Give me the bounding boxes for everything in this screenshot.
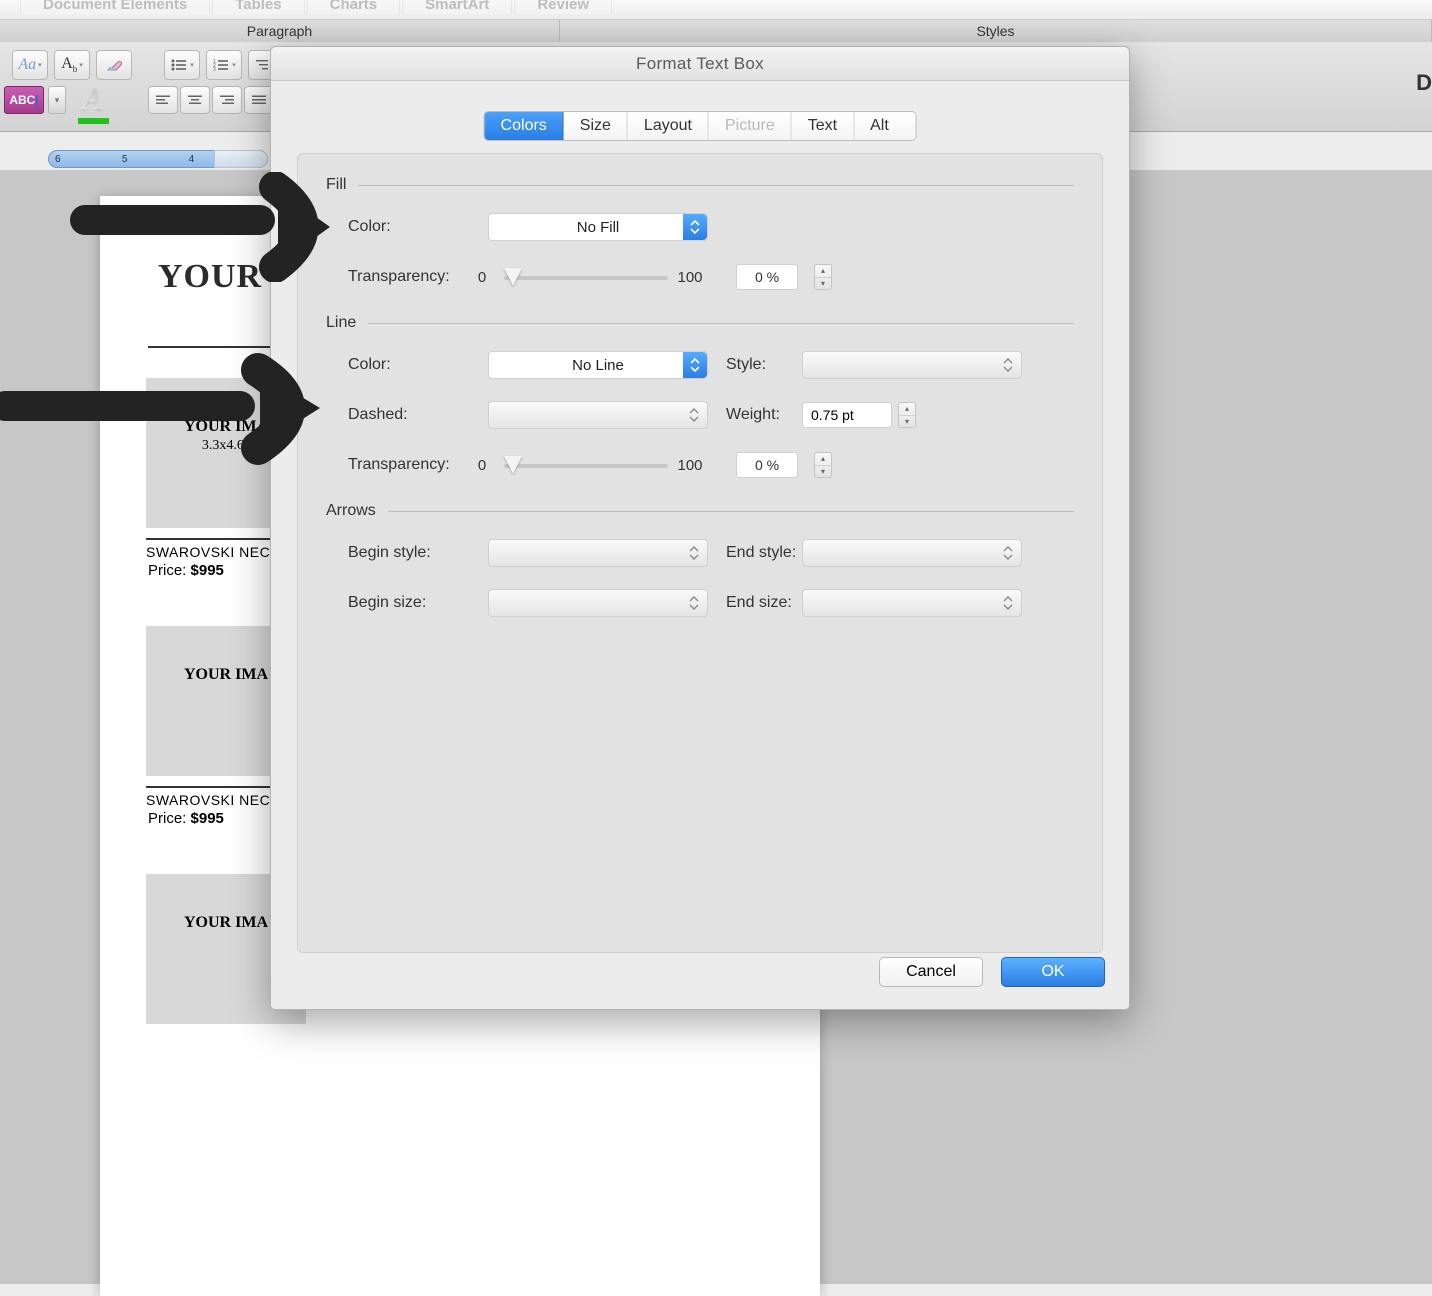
line-weight-stepper[interactable]: ▴▾ (898, 402, 916, 428)
format-text-box-dialog: Format Text Box Colors and Lines Size La… (270, 46, 1130, 1010)
label-line-transparency: Transparency: (348, 456, 468, 474)
line-transparency-input[interactable]: 0 % (736, 452, 798, 478)
chevron-updown-icon (685, 402, 703, 428)
label-fill-color: Color: (348, 218, 468, 236)
eraser-button[interactable] (96, 50, 132, 80)
dialog-panel: Fill Color: No Fill Transparency: 0 100 … (297, 153, 1103, 953)
row-line-color: Color: No Line Style: (326, 346, 1074, 384)
chevron-up-icon: ▴ (815, 265, 831, 278)
dialog-tabs: Colors and Lines Size Layout Picture Tex… (484, 111, 917, 141)
dialog-button-row: Cancel OK (879, 957, 1105, 987)
horizontal-ruler-end[interactable] (214, 150, 268, 168)
fill-transparency-slider[interactable] (504, 272, 668, 282)
tab-charts[interactable]: Charts (307, 0, 401, 14)
bullets-button[interactable]: ▾ (164, 50, 200, 80)
tab-size[interactable]: Size (564, 112, 628, 140)
label-fill-transparency: Transparency: (348, 268, 468, 286)
chevron-up-icon: ▴ (815, 453, 831, 466)
line-style-popup[interactable] (802, 351, 1022, 379)
align-right-button[interactable] (212, 86, 242, 114)
numbering-button[interactable]: 123 ▾ (206, 50, 242, 80)
line-transparency-max: 100 (676, 457, 704, 474)
tab-review[interactable]: Review (514, 0, 612, 14)
fill-color-value: No Fill (577, 219, 620, 236)
label-end-size: End size: (708, 594, 802, 612)
tab-colors-and-lines[interactable]: Colors and Lines (485, 112, 564, 140)
line-transparency-min: 0 (468, 457, 496, 474)
align-center-button[interactable] (180, 86, 210, 114)
row-fill-color: Color: No Fill (326, 208, 1074, 246)
highlight-button[interactable]: Ab▾ (54, 50, 90, 80)
font-color-button[interactable]: Aa▾ (12, 50, 48, 80)
toolbar-buttons: Aa▾ Ab▾ ▾ 123 ▾ ▾ (12, 50, 284, 80)
styles-peek-letter: D (1416, 70, 1432, 96)
tab-alt-text[interactable]: Alt Text (854, 112, 915, 140)
group-styles-label: Styles (560, 20, 1432, 42)
tab-tables[interactable]: Tables (212, 0, 304, 14)
section-arrows-label: Arrows (326, 502, 1074, 520)
tab-smartart[interactable]: SmartArt (402, 0, 512, 14)
begin-style-popup[interactable] (488, 539, 708, 567)
text-highlight-color-chevron[interactable]: ▾ (48, 86, 66, 114)
end-size-popup[interactable] (802, 589, 1022, 617)
chevron-updown-icon (685, 590, 703, 616)
line-weight-input[interactable]: 0.75 pt (802, 402, 892, 428)
align-left-button[interactable] (148, 86, 178, 114)
label-line-dashed: Dashed: (348, 406, 468, 424)
chevron-down-icon: ▾ (815, 466, 831, 478)
line-transparency-slider[interactable] (504, 460, 668, 470)
label-line-color: Color: (348, 356, 468, 374)
chevron-updown-icon (999, 540, 1017, 566)
row-arrow-style: Begin style: End style: (326, 534, 1074, 572)
chevron-up-icon: ▴ (899, 403, 915, 416)
alignment-group (148, 86, 274, 114)
label-line-style: Style: (708, 356, 802, 374)
label-begin-style: Begin style: (348, 544, 468, 562)
group-paragraph-label: Paragraph (0, 20, 560, 42)
tab-layout[interactable]: Layout (628, 112, 709, 140)
fill-transparency-min: 0 (468, 269, 496, 286)
begin-size-popup[interactable] (488, 589, 708, 617)
row-fill-transparency: Transparency: 0 100 0 % ▴▾ (326, 258, 1074, 296)
end-style-popup[interactable] (802, 539, 1022, 567)
label-line-weight: Weight: (708, 406, 802, 424)
label-begin-size: Begin size: (348, 594, 468, 612)
fill-transparency-input[interactable]: 0 % (736, 264, 798, 290)
chevron-down-icon (683, 352, 707, 378)
fill-transparency-max: 100 (676, 269, 704, 286)
fill-transparency-stepper[interactable]: ▴▾ (814, 264, 832, 290)
ribbon-group-labels: Paragraph Styles (0, 20, 1432, 42)
line-dashed-popup[interactable] (488, 401, 708, 429)
cancel-button[interactable]: Cancel (879, 957, 983, 987)
tab-picture: Picture (709, 112, 792, 140)
row-line-dashed: Dashed: Weight: 0.75 pt ▴▾ (326, 396, 1074, 434)
chevron-down-icon: ▾ (815, 278, 831, 290)
chevron-down-icon: ▾ (899, 416, 915, 428)
dialog-title: Format Text Box (271, 47, 1129, 81)
row-arrow-size: Begin size: End size: (326, 584, 1074, 622)
line-color-value: No Line (572, 357, 624, 374)
chevron-down-icon (683, 214, 707, 240)
line-color-popup[interactable]: No Line (488, 351, 708, 379)
tab-document-elements[interactable]: Document Elements (20, 0, 210, 14)
line-transparency-stepper[interactable]: ▴▾ (814, 452, 832, 478)
font-bigletter-icon[interactable]: A (78, 80, 109, 124)
section-fill-label: Fill (326, 176, 1074, 194)
section-line-label: Line (326, 314, 1074, 332)
ok-button[interactable]: OK (1001, 957, 1105, 987)
fill-color-popup[interactable]: No Fill (488, 213, 708, 241)
chevron-updown-icon (685, 540, 703, 566)
chevron-updown-icon (999, 590, 1017, 616)
text-highlight-color-button[interactable]: ABC| (4, 86, 44, 114)
svg-text:3: 3 (213, 67, 216, 72)
tab-text-box[interactable]: Text Box (792, 112, 854, 140)
label-end-style: End style: (708, 544, 802, 562)
chevron-updown-icon (999, 352, 1017, 378)
row-line-transparency: Transparency: 0 100 0 % ▴▾ (326, 446, 1074, 484)
ribbon-tabs: Document Elements Tables Charts SmartArt… (0, 0, 1432, 20)
